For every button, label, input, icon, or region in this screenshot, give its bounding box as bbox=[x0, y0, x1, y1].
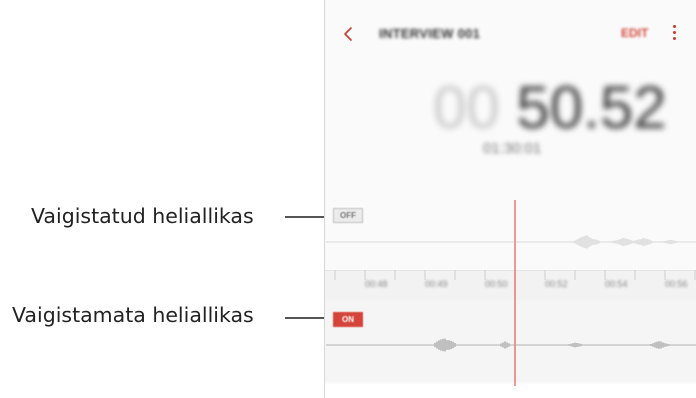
tick-label: 00:48 bbox=[365, 279, 388, 289]
muted-source-toggle[interactable]: OFF bbox=[333, 208, 363, 223]
recording-title: INTERVIEW 001 bbox=[379, 26, 481, 41]
more-vertical-icon bbox=[669, 25, 679, 40]
waveform-area[interactable]: OFF ON 00:48 00:49 00:50 00:52 00:54 00:… bbox=[325, 200, 696, 398]
elapsed-time: 00 50.52 bbox=[433, 78, 667, 138]
unmuted-waveform bbox=[326, 338, 696, 352]
elapsed-seconds: 50.52 bbox=[516, 74, 667, 141]
muted-waveform bbox=[326, 235, 696, 249]
elapsed-minutes: 00 bbox=[433, 74, 500, 141]
waveform-canvas bbox=[326, 200, 696, 386]
total-duration: 01:30:01 bbox=[483, 140, 542, 157]
unmuted-source-toggle[interactable]: ON bbox=[333, 312, 363, 327]
tick-label: 00:50 bbox=[485, 279, 508, 289]
tick-label: 00:56 bbox=[665, 279, 688, 289]
callout-muted-source: Vaigistatud heliallikas bbox=[31, 204, 254, 228]
tick-label: 00:54 bbox=[605, 279, 628, 289]
edit-button[interactable]: EDIT bbox=[621, 26, 648, 40]
back-button[interactable] bbox=[339, 22, 357, 46]
more-options-button[interactable] bbox=[669, 22, 679, 44]
tick-label: 00:49 bbox=[425, 279, 448, 289]
tick-label: 00:52 bbox=[545, 279, 568, 289]
callout-unmuted-source: Vaigistamata heliallikas bbox=[12, 303, 254, 327]
app-bar: INTERVIEW 001 EDIT bbox=[325, 0, 696, 66]
phone-screen: INTERVIEW 001 EDIT 00 50.52 01:30:01 OFF… bbox=[324, 0, 696, 398]
chevron-left-icon bbox=[344, 27, 352, 41]
